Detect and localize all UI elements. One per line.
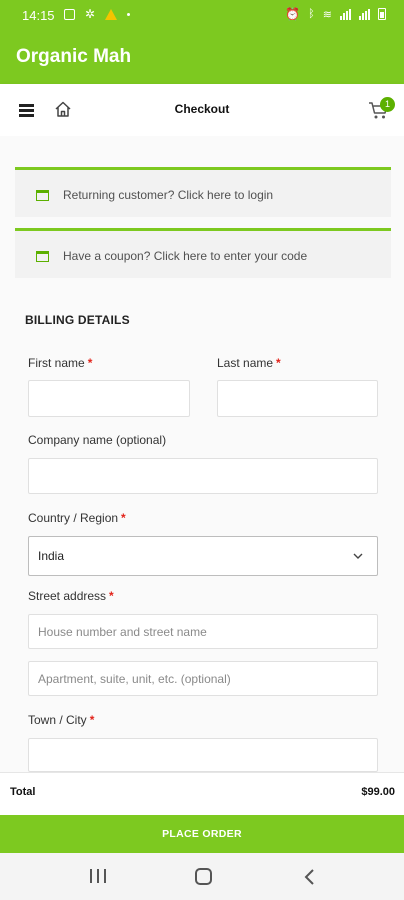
checkout-toolbar: Checkout 1 — [0, 84, 404, 136]
recent-apps-icon[interactable] — [90, 869, 106, 883]
coupon-link[interactable]: Have a coupon? Click here to enter your … — [63, 249, 307, 263]
wifi-icon: ≋ — [322, 8, 332, 21]
coupon-notice[interactable]: Have a coupon? Click here to enter your … — [15, 228, 391, 278]
settings-icon: ✲ — [85, 7, 96, 21]
chevron-down-icon — [353, 553, 363, 559]
status-time: 14:15 — [22, 8, 55, 23]
window-icon — [36, 190, 49, 201]
cart-count-badge: 1 — [380, 97, 395, 112]
order-total-bar: Total $99.00 — [0, 772, 404, 814]
place-order-button[interactable]: PLACE ORDER — [0, 815, 404, 853]
bluetooth-icon: ᛒ — [308, 8, 315, 20]
total-amount: $99.00 — [361, 786, 395, 798]
street-address-line2-field[interactable] — [28, 661, 378, 696]
town-city-label: Town / City * — [28, 713, 94, 727]
required-marker: * — [89, 713, 95, 727]
back-icon[interactable] — [302, 868, 318, 886]
required-marker: * — [87, 356, 93, 370]
last-name-field[interactable] — [217, 380, 378, 417]
returning-customer-notice[interactable]: Returning customer? Click here to login — [15, 167, 391, 217]
first-name-field[interactable] — [28, 380, 190, 417]
town-city-label-text: Town / City — [28, 713, 87, 727]
status-notification-icons: ✲ — [64, 7, 131, 21]
app-bar: Organic Mah — [0, 30, 404, 84]
home-button-icon[interactable] — [195, 868, 212, 885]
last-name-label: Last name * — [217, 356, 281, 370]
required-marker: * — [109, 589, 114, 603]
first-name-label-text: First name — [28, 356, 85, 370]
alarm-icon: ⏰ — [285, 7, 301, 21]
signal-2-icon — [359, 8, 370, 20]
window-icon — [36, 251, 49, 262]
total-label: Total — [10, 786, 36, 798]
gallery-icon — [64, 8, 75, 20]
country-label-text: Country / Region — [28, 511, 119, 525]
drive-icon — [105, 8, 118, 20]
page-title: Checkout — [174, 102, 230, 116]
company-name-field[interactable] — [28, 458, 378, 494]
country-select[interactable]: India — [28, 536, 378, 576]
system-navigation-bar — [0, 853, 404, 900]
returning-customer-link[interactable]: Returning customer? Click here to login — [63, 188, 273, 202]
status-system-icons: ⏰ ᛒ ≋ — [285, 7, 386, 21]
last-name-label-text: Last name — [217, 356, 274, 370]
town-city-field[interactable] — [28, 738, 378, 772]
country-selected-value: India — [38, 549, 65, 563]
signal-icon — [340, 8, 351, 20]
street-address-label: Street address * — [28, 589, 114, 603]
billing-details-heading: BILLING DETAILS — [25, 313, 130, 327]
battery-icon — [378, 8, 386, 20]
required-marker: * — [121, 511, 126, 525]
company-name-label: Company name (optional) — [28, 433, 167, 447]
more-notifications-icon — [127, 12, 131, 16]
first-name-label: First name * — [28, 356, 92, 370]
street-address-label-text: Street address — [28, 589, 107, 603]
app-title: Organic Mah — [16, 46, 132, 67]
street-address-line1-field[interactable] — [28, 614, 378, 649]
required-marker: * — [276, 356, 281, 370]
country-label: Country / Region * — [28, 511, 126, 525]
status-bar: 14:15 ✲ ⏰ ᛒ ≋ — [0, 0, 404, 30]
